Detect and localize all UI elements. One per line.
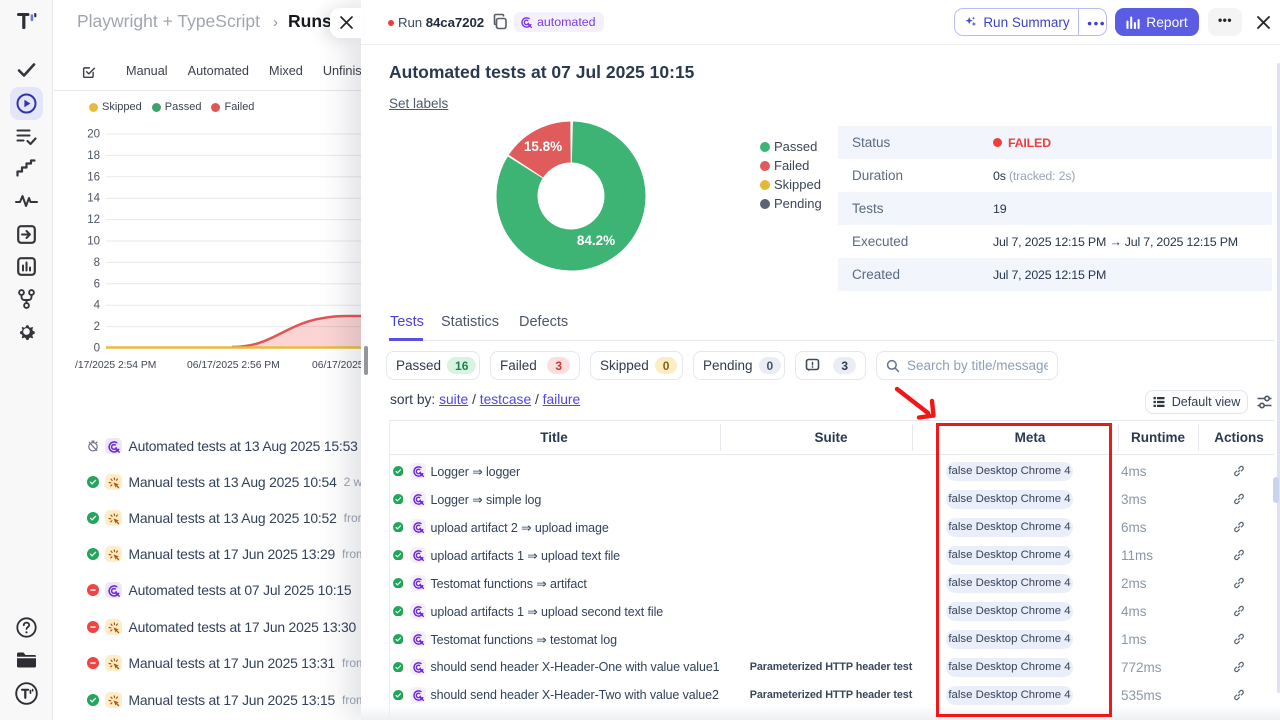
svg-text:8: 8 — [94, 257, 100, 269]
svg-text:18: 18 — [87, 150, 100, 162]
svg-text:14: 14 — [87, 193, 100, 205]
svg-text:0: 0 — [94, 343, 100, 355]
svg-text:10: 10 — [87, 236, 100, 248]
svg-text:84.2%: 84.2% — [577, 233, 615, 248]
svg-text:16: 16 — [87, 171, 100, 183]
svg-text:2: 2 — [94, 321, 100, 333]
svg-text:20: 20 — [87, 129, 100, 141]
svg-text:6: 6 — [94, 278, 100, 290]
svg-text:12: 12 — [87, 214, 100, 226]
svg-text:4: 4 — [94, 300, 101, 312]
svg-text:15.8%: 15.8% — [524, 139, 562, 154]
